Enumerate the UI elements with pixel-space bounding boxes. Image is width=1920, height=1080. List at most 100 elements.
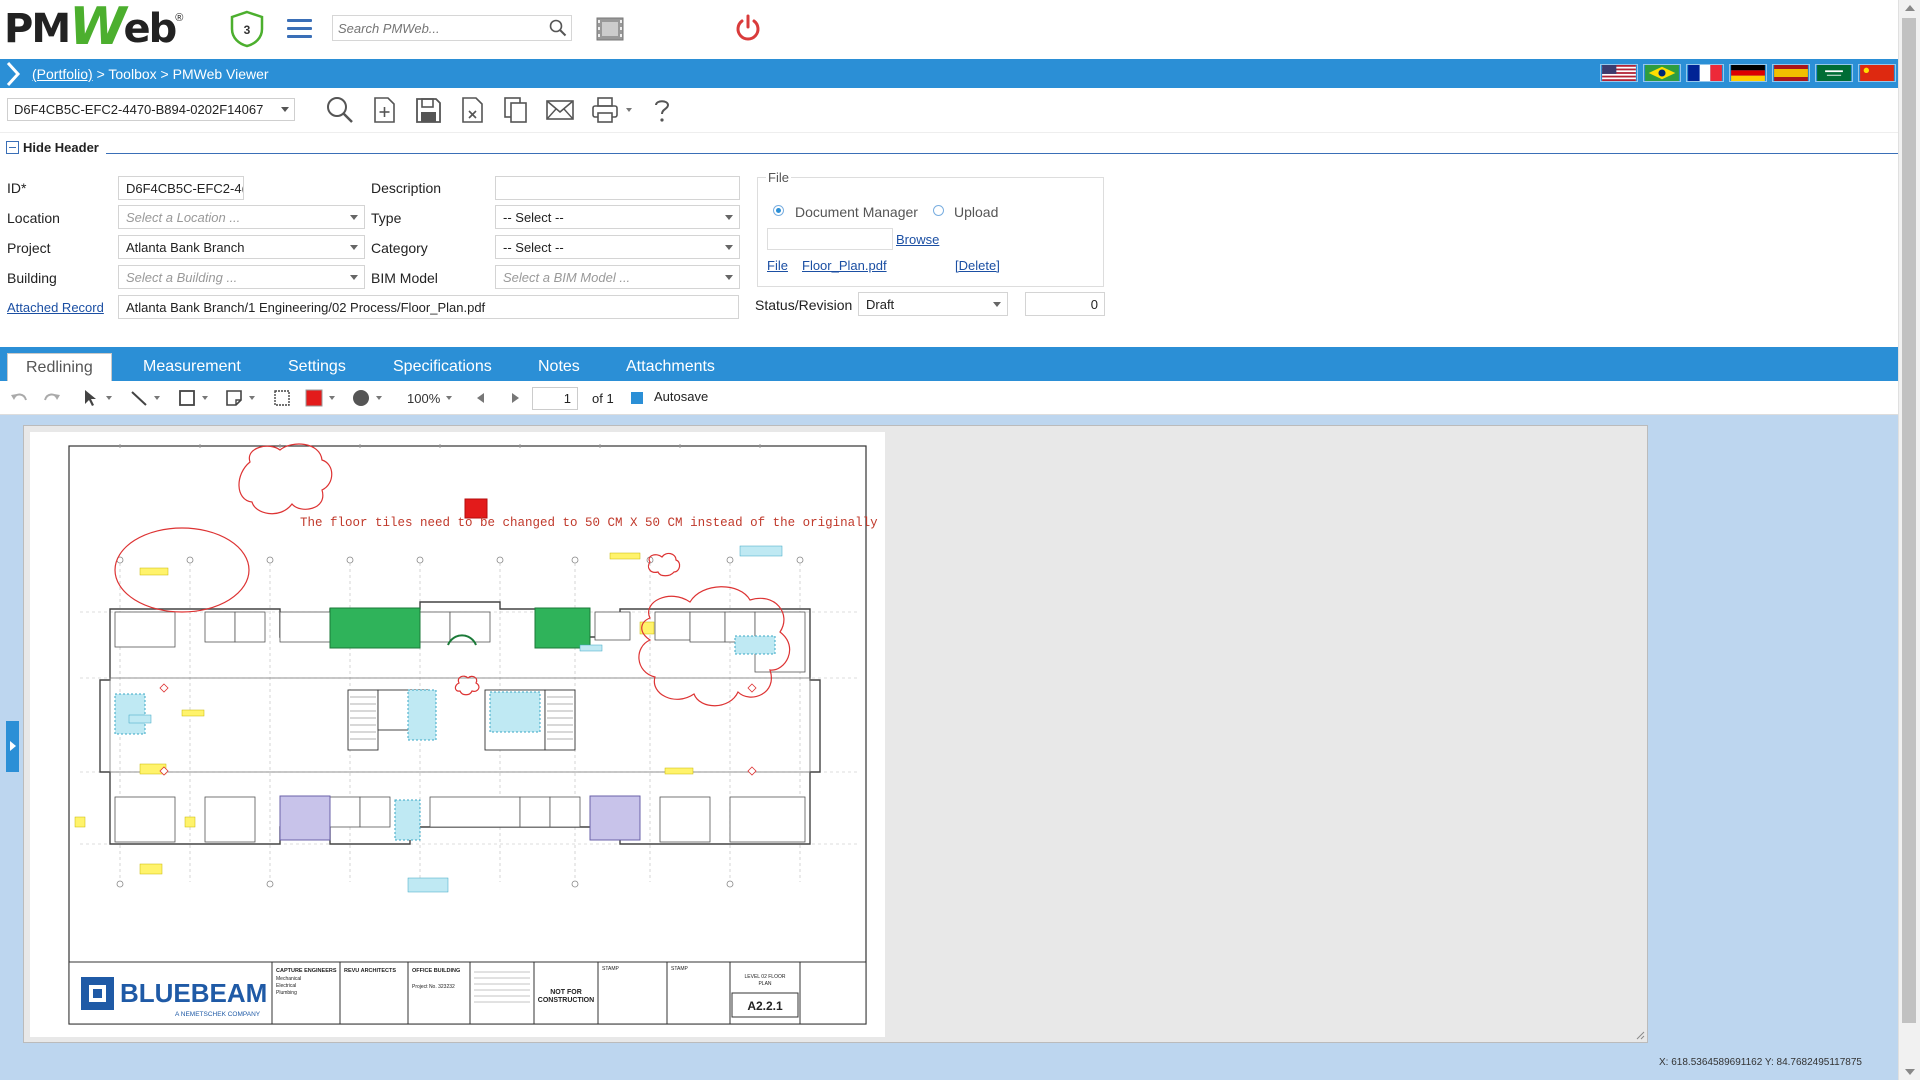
note-tool-button[interactable]	[225, 389, 255, 407]
page-scrollbar[interactable]	[1898, 0, 1920, 1080]
tab-settings[interactable]: Settings	[270, 353, 364, 381]
help-button[interactable]	[640, 92, 684, 128]
attached-record-link[interactable]: Attached Record	[7, 300, 104, 315]
line-tool-button[interactable]	[130, 389, 160, 407]
breadcrumb-separator: >	[156, 66, 173, 82]
tab-attachments[interactable]: Attachments	[608, 353, 733, 381]
bim-model-select[interactable]: Select a BIM Model ...	[495, 265, 740, 289]
help-icon	[655, 100, 670, 122]
tab-measurement[interactable]: Measurement	[125, 353, 259, 381]
china-flag-icon[interactable]	[1858, 64, 1896, 82]
tab-notes[interactable]: Notes	[520, 353, 598, 381]
title-block-text: CONSTRUCTION	[538, 997, 594, 1004]
title-block-text: STAMP	[671, 966, 689, 972]
redo-button[interactable]	[43, 389, 61, 407]
save-button[interactable]	[406, 92, 450, 128]
undo-button[interactable]	[10, 389, 28, 407]
power-icon[interactable]	[733, 13, 763, 43]
page-number-input[interactable]: 1	[532, 387, 578, 410]
redline-annotation-text: The floor tiles need to be changed to 50…	[300, 516, 885, 530]
email-button[interactable]	[538, 92, 582, 128]
project-value: Atlanta Bank Branch	[126, 240, 245, 255]
france-flag-icon[interactable]	[1686, 64, 1724, 82]
record-toolbar: D6F4CB5C-EFC2-4470-B894-0202F14067	[0, 88, 1898, 133]
scroll-down-arrow-icon[interactable]	[1905, 1069, 1915, 1075]
search-button[interactable]	[318, 92, 362, 128]
copy-button[interactable]	[494, 92, 538, 128]
brazil-flag-icon[interactable]	[1643, 64, 1681, 82]
logo-w: W	[69, 0, 126, 57]
record-selector[interactable]: D6F4CB5C-EFC2-4470-B894-0202F14067	[7, 98, 295, 121]
hide-header-toggle[interactable]: Hide Header	[6, 140, 99, 155]
next-page-button[interactable]	[506, 389, 524, 407]
select-tool-button[interactable]	[82, 389, 112, 407]
search-icon[interactable]	[549, 19, 567, 37]
category-select[interactable]: -- Select --	[495, 235, 740, 259]
status-value: Draft	[866, 297, 895, 312]
add-document-button[interactable]	[362, 92, 406, 128]
chevron-down-icon	[154, 396, 160, 400]
side-panel-toggle[interactable]	[6, 721, 19, 772]
resize-grip-icon[interactable]	[1635, 1030, 1645, 1040]
line-color-button[interactable]	[352, 389, 382, 407]
chevron-down-icon	[249, 396, 255, 400]
us-flag-icon[interactable]	[1600, 64, 1638, 82]
delete-document-button[interactable]	[450, 92, 494, 128]
type-select[interactable]: -- Select --	[495, 205, 740, 229]
status-select[interactable]: Draft	[858, 292, 1008, 316]
fill-color-swatch-icon	[305, 389, 323, 407]
pmweb-logo[interactable]: PM Web ®	[4, 0, 183, 57]
chevron-down-icon	[350, 215, 358, 220]
bim-model-placeholder: Select a BIM Model ...	[503, 270, 631, 285]
revision-field[interactable]: 0	[1025, 292, 1105, 316]
chevron-down-icon	[725, 245, 733, 250]
title-block-text: Electrical	[276, 983, 296, 989]
line-icon	[131, 391, 147, 406]
germany-flag-icon[interactable]	[1729, 64, 1767, 82]
project-select[interactable]: Atlanta Bank Branch	[118, 235, 365, 259]
browse-link[interactable]: Browse	[896, 232, 939, 247]
file-legend: File	[766, 170, 791, 185]
building-select[interactable]: Select a Building ...	[118, 265, 365, 289]
attached-record-field[interactable]: Atlanta Bank Branch/1 Engineering/02 Pro…	[118, 295, 739, 319]
description-field[interactable]	[495, 176, 740, 200]
video-icon[interactable]	[596, 17, 624, 41]
document-manager-label: Document Manager	[795, 204, 918, 220]
tab-specifications[interactable]: Specifications	[375, 353, 510, 381]
previous-page-button[interactable]	[472, 389, 490, 407]
title-block-text: NOT FOR	[550, 989, 582, 996]
expand-chevron-icon[interactable]	[4, 61, 22, 87]
dashed-box-icon	[274, 390, 290, 406]
browse-field[interactable]	[767, 228, 893, 250]
zoom-value: 100%	[407, 390, 441, 406]
chevron-down-icon	[993, 302, 1001, 307]
id-field[interactable]: D6F4CB5C-EFC2-4(	[118, 176, 244, 200]
zoom-select[interactable]: 100%	[407, 389, 453, 407]
viewer-canvas[interactable]: The floor tiles need to be changed to 50…	[23, 425, 1648, 1043]
location-select[interactable]: Select a Location ...	[118, 205, 365, 229]
area-select-button[interactable]	[273, 389, 291, 407]
chevron-down-icon	[329, 396, 335, 400]
breadcrumb-portfolio-link[interactable]: (Portfolio)	[32, 66, 93, 82]
scrollbar-thumb[interactable]	[1902, 18, 1916, 1023]
document-manager-radio[interactable]	[773, 205, 784, 216]
autosave-checkbox[interactable]	[631, 392, 643, 404]
delete-file-link[interactable]: [Delete]	[955, 258, 1000, 273]
file-link[interactable]: File	[767, 258, 788, 273]
print-button[interactable]	[582, 92, 640, 128]
logo-pm: PM	[4, 6, 71, 52]
rectangle-tool-button[interactable]	[178, 389, 208, 407]
tab-redlining[interactable]: Redlining	[7, 353, 112, 381]
notifications-shield-icon[interactable]: 3	[228, 10, 266, 48]
search-input[interactable]	[333, 16, 538, 40]
saudi-flag-icon[interactable]	[1815, 64, 1853, 82]
title-block-text: Plumbing	[276, 990, 297, 996]
upload-radio[interactable]	[933, 205, 944, 216]
building-label: Building	[7, 270, 57, 286]
scroll-up-arrow-icon[interactable]	[1905, 5, 1915, 11]
record-selector-value: D6F4CB5C-EFC2-4470-B894-0202F14067	[14, 102, 264, 117]
file-name-link[interactable]: Floor_Plan.pdf	[802, 258, 887, 273]
fill-color-button[interactable]	[305, 389, 335, 407]
spain-flag-icon[interactable]	[1772, 64, 1810, 82]
menu-hamburger-icon[interactable]	[287, 19, 312, 39]
